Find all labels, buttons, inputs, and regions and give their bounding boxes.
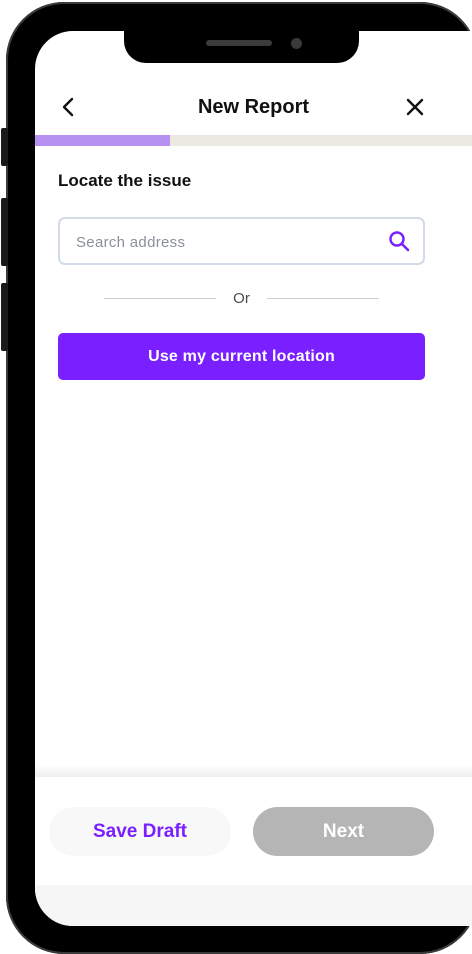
progress-bar-fill	[35, 135, 171, 146]
save-draft-button[interactable]: Save Draft	[49, 807, 231, 856]
speaker-grille	[206, 40, 272, 46]
volume-down-button	[1, 283, 8, 351]
use-current-location-button[interactable]: Use my current location	[58, 333, 425, 380]
close-button[interactable]	[403, 95, 427, 119]
divider-line-right	[267, 298, 379, 299]
volume-up-button	[1, 198, 8, 266]
section-title: Locate the issue	[58, 171, 192, 190]
search-input[interactable]	[74, 219, 378, 265]
mute-switch	[1, 128, 8, 166]
search-field[interactable]	[58, 217, 425, 265]
phone-notch	[124, 31, 359, 63]
close-icon	[406, 98, 424, 116]
search-icon[interactable]	[387, 229, 411, 253]
next-button[interactable]: Next	[253, 807, 434, 856]
home-indicator-area	[35, 885, 472, 926]
footer-bar: Save Draft Next	[35, 777, 472, 926]
or-divider: Or	[104, 289, 379, 309]
front-camera	[291, 38, 302, 49]
progress-bar	[35, 135, 472, 146]
app-screen: New Report Locate the issue Or Use my cu…	[35, 31, 472, 926]
footer-shadow	[35, 765, 472, 777]
top-bar: New Report	[35, 85, 472, 129]
